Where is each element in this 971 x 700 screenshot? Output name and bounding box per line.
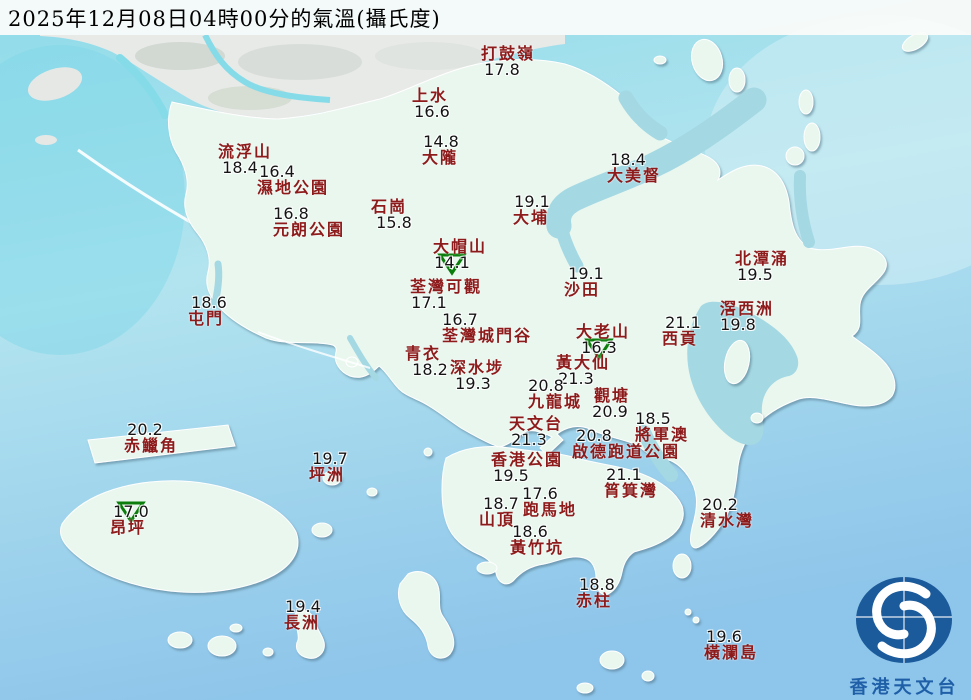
tuen-mun-river-water [215, 264, 219, 303]
po-toi-island-3 [642, 671, 654, 681]
title-bar: 2025年12月08日04時00分的氣溫(攝氏度) [0, 0, 971, 35]
peng-chau-island [323, 471, 341, 485]
ap-chau-island [654, 56, 666, 64]
hko-logo: 香港天文台 HONG KONG OBSERVATORY [838, 572, 971, 700]
soko-island-2 [208, 636, 236, 656]
green-island [424, 448, 432, 456]
ap-lei-chau-island [477, 562, 497, 574]
soko-island-1 [168, 632, 192, 648]
po-toi-island-2 [577, 683, 593, 693]
po-toi-island-1 [600, 651, 624, 669]
hko-logo-chinese-name: 香港天文台 [838, 673, 971, 699]
ne-island-2 [804, 123, 820, 151]
waglan-island-2 [693, 617, 699, 623]
hong-kong-territory-map [0, 0, 971, 700]
soko-island-4 [230, 624, 242, 632]
ne-island-1 [799, 90, 813, 114]
hei-ling-chau-island [312, 523, 332, 537]
hko-logo-icon [838, 572, 971, 668]
hko-temperature-map-screen: 2025年12月08日04時00分的氣溫(攝氏度) 打鼓嶺 17.8 上水 16… [0, 0, 971, 700]
tung-lung-chau-island [673, 554, 691, 578]
kau-yi-chau-island [367, 488, 377, 496]
tap-mun-island [786, 147, 804, 165]
map-title: 2025年12月08日04時00分的氣溫(攝氏度) [0, 3, 441, 33]
crooked-harbour-island [729, 68, 745, 92]
waglan-island-1 [685, 609, 691, 615]
soko-island-3 [263, 648, 273, 656]
port-shelter-islet [751, 413, 763, 423]
